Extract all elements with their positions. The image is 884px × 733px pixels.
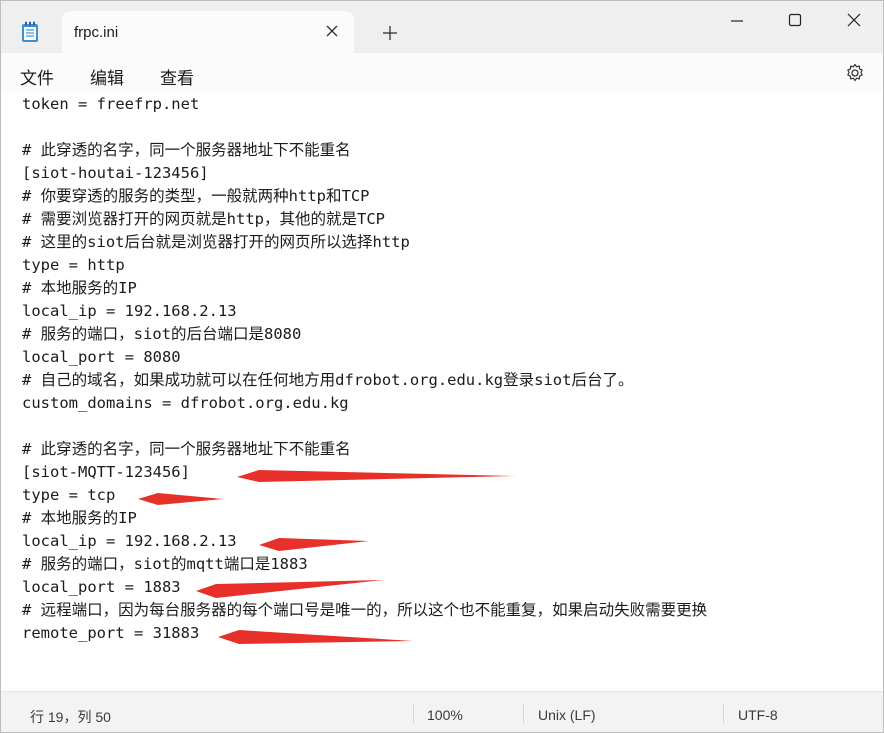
status-bar: 行 19，列 50 100% Unix (LF) UTF-8 [1,691,883,732]
line-ending[interactable]: Unix (LF) [538,707,596,723]
menu-view[interactable]: 查看 [160,64,194,89]
tab-frpc-ini[interactable]: frpc.ini [62,11,354,53]
editor-line: # 此穿透的名字，同一个服务器地址下不能重名 [22,440,351,458]
editor-line: local_port = 8080 [22,348,181,366]
plus-icon[interactable] [380,23,400,43]
editor-line: [siot-MQTT-123456] [22,463,190,481]
editor-line: # 这里的siot后台就是浏览器打开的网页所以选择http [22,233,410,251]
editor-line: token = freefrp.net [22,95,200,113]
minimize-icon[interactable] [722,11,752,31]
editor-line: # 服务的端口，siot的mqtt端口是1883 [22,555,308,573]
editor-line: # 远程端口，因为每台服务器的每个端口号是唯一的，所以这个也不能重复，如果启动失… [22,601,708,619]
editor-line: # 你要穿透的服务的类型，一般就两种http和TCP [22,187,370,205]
zoom-level[interactable]: 100% [427,707,463,723]
editor-line: type = http [22,256,125,274]
status-divider [523,704,524,724]
cursor-position[interactable]: 行 19，列 50 [30,707,111,727]
notepad-window: frpc.ini 文件 编辑 查看 token = freefrp.net # … [0,0,884,733]
editor-line: # 自己的域名，如果成功就可以在任何地方用dfrobot.org.edu.kg登… [22,371,634,389]
editor-line: custom_domains = dfrobot.org.edu.kg [22,394,349,412]
status-divider [413,704,414,724]
encoding[interactable]: UTF-8 [738,707,778,723]
editor-line: local_ip = 192.168.2.13 [22,532,237,550]
maximize-icon[interactable] [780,11,810,31]
editor-line: # 本地服务的IP [22,279,137,297]
menu-edit[interactable]: 编辑 [90,64,124,89]
editor-line: local_port = 1883 [22,578,181,596]
editor-line: # 服务的端口，siot的后台端口是8080 [22,325,302,343]
text-editor[interactable]: token = freefrp.net # 此穿透的名字，同一个服务器地址下不能… [1,93,883,691]
editor-line: # 此穿透的名字，同一个服务器地址下不能重名 [22,141,351,159]
notepad-icon [21,21,39,43]
menu-bar: 文件 编辑 查看 [1,53,883,93]
status-divider [723,704,724,724]
editor-line: remote_port = 31883 [22,624,200,642]
editor-line: # 本地服务的IP [22,509,137,527]
editor-line: # 需要浏览器打开的网页就是http，其他的就是TCP [22,210,385,228]
tab-title: frpc.ini [74,24,119,41]
editor-line: type = tcp [22,486,116,504]
menu-file[interactable]: 文件 [20,64,54,89]
gear-icon[interactable] [845,63,865,83]
editor-line: [siot-houtai-123456] [22,164,209,182]
close-icon[interactable] [839,11,869,31]
title-bar: frpc.ini [1,1,883,53]
editor-line: local_ip = 192.168.2.13 [22,302,237,320]
close-icon[interactable] [324,23,340,39]
